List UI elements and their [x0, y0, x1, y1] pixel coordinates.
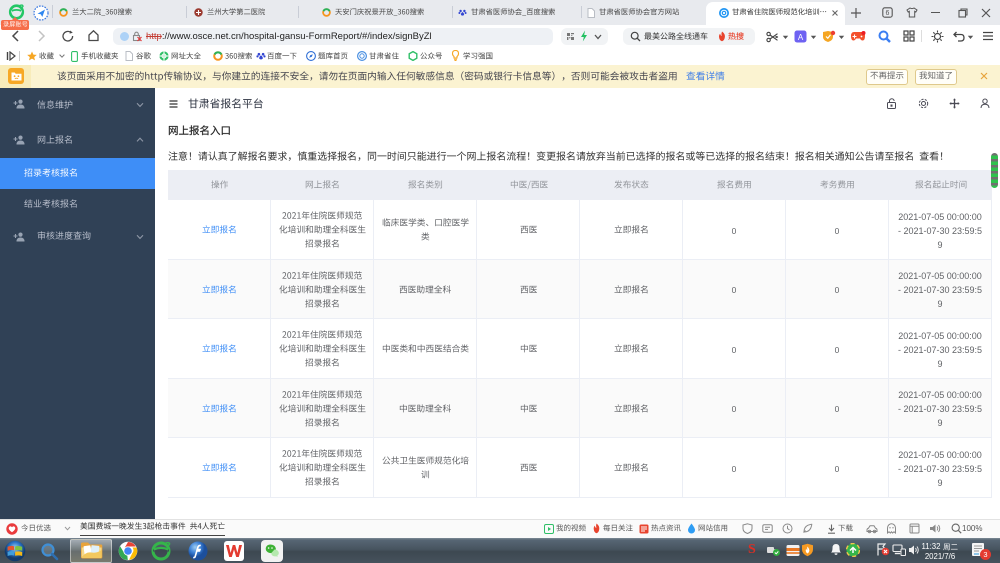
svg-text:6: 6 — [886, 10, 890, 17]
svg-text:A: A — [798, 33, 804, 42]
